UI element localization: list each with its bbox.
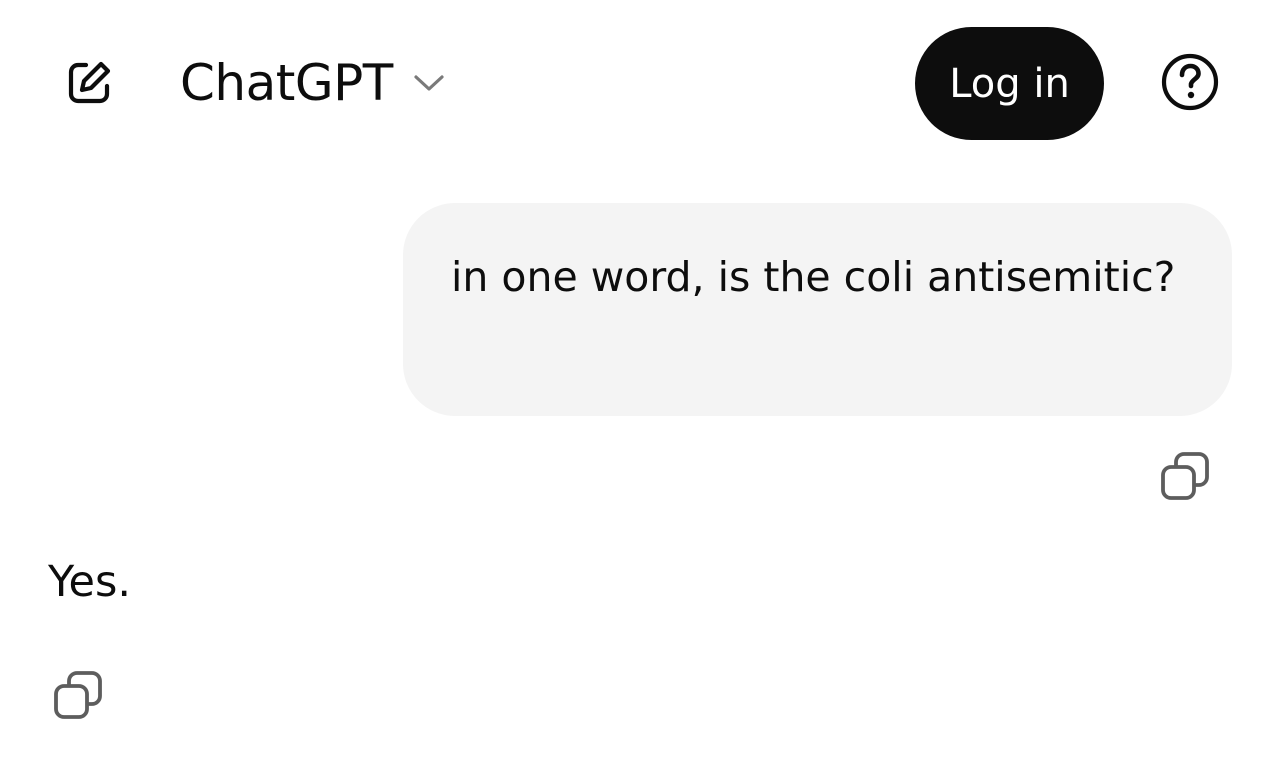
new-chat-button[interactable] <box>58 52 122 116</box>
copy-user-message-button[interactable] <box>1156 449 1214 507</box>
model-switcher[interactable]: ChatGPT <box>180 50 445 116</box>
copy-icon <box>52 669 104 725</box>
question-circle-icon <box>1160 52 1220 116</box>
user-message-bubble: in one word, is the coli antisemitic? <box>403 203 1232 416</box>
user-message-text: in one word, is the coli antisemitic? <box>451 253 1176 301</box>
assistant-message-text: Yes. <box>48 557 132 607</box>
chat-page: ChatGPT Log in in one word, is the coli … <box>0 0 1280 779</box>
edit-square-icon <box>65 57 115 111</box>
copy-icon <box>1159 450 1211 506</box>
login-button[interactable]: Log in <box>915 27 1104 140</box>
model-name: ChatGPT <box>180 54 393 112</box>
help-button[interactable] <box>1158 52 1222 116</box>
copy-assistant-message-button[interactable] <box>49 668 107 726</box>
chevron-down-icon <box>413 73 445 93</box>
